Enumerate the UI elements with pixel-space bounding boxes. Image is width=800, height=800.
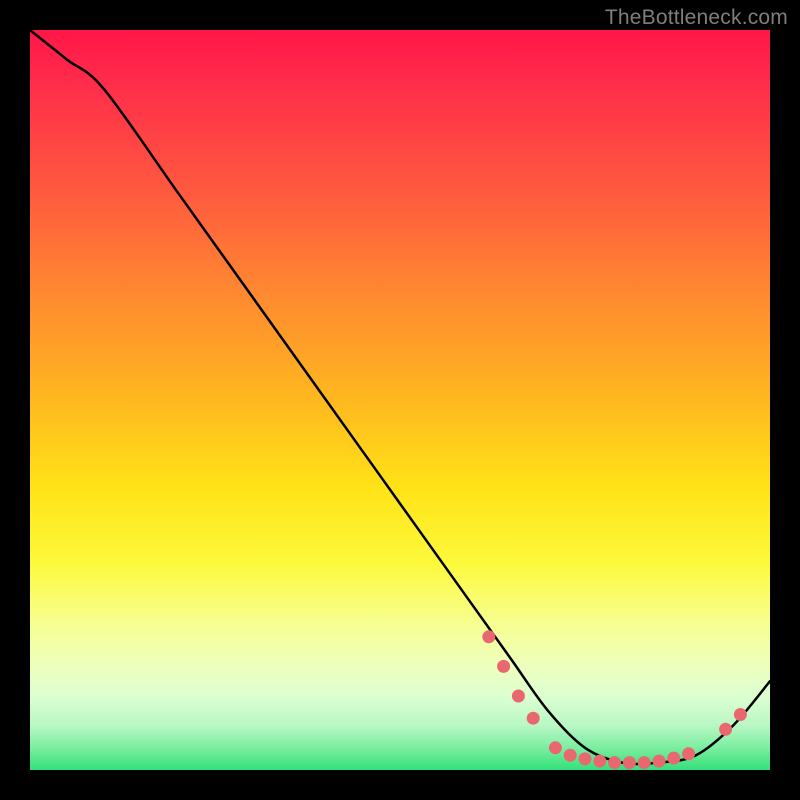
data-marker (623, 756, 636, 769)
data-marker (608, 756, 621, 769)
data-marker (593, 755, 606, 768)
data-marker (564, 749, 577, 762)
data-marker (638, 756, 651, 769)
data-marker (549, 741, 562, 754)
bottleneck-curve (30, 30, 770, 764)
data-marker (719, 723, 732, 736)
data-marker (497, 660, 510, 673)
data-marker (527, 712, 540, 725)
plot-area (30, 30, 770, 770)
data-marker (734, 708, 747, 721)
chart-frame: TheBottleneck.com (0, 0, 800, 800)
data-marker (482, 630, 495, 643)
curve-layer (30, 30, 770, 770)
watermark-text: TheBottleneck.com (605, 6, 788, 30)
data-marker (512, 690, 525, 703)
data-marker (579, 752, 592, 765)
data-marker (653, 755, 666, 768)
data-marker (667, 752, 680, 765)
data-marker (682, 747, 695, 760)
